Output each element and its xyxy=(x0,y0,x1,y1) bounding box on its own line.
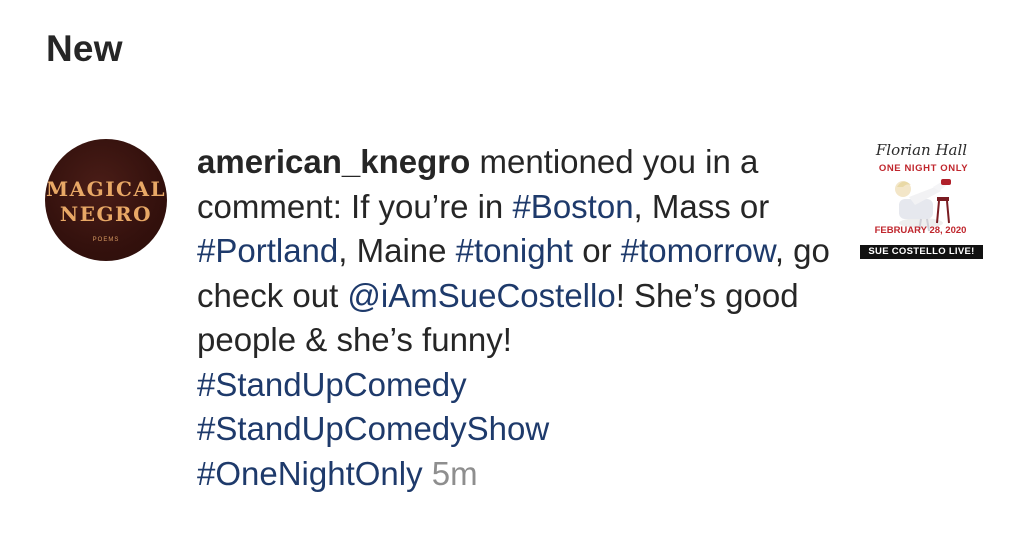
thumbnail-date-text: FEBRUARY 28, 2020 xyxy=(874,225,967,236)
hashtag-tonight[interactable]: #tonight xyxy=(456,232,573,269)
hashtag-onenightonly[interactable]: #OneNightOnly xyxy=(197,455,423,492)
avatar-text-line1: MAGICAL xyxy=(45,177,167,201)
hashtag-standupcomedy[interactable]: #StandUpComedy xyxy=(197,366,467,403)
hashtag-tomorrow[interactable]: #tomorrow xyxy=(621,232,775,269)
thumbnail-banner-text: SUE COSTELLO LIVE! xyxy=(860,245,983,259)
thumbnail-venue-text: Florian Hall xyxy=(875,141,968,159)
comment-text-3: , Maine xyxy=(338,232,456,269)
avatar-subtext: POEMS xyxy=(92,237,120,243)
comment-text-4: or xyxy=(573,232,621,269)
hashtag-portland[interactable]: #Portland xyxy=(197,232,338,269)
username-link[interactable]: american_knegro xyxy=(197,143,470,180)
hashtag-boston[interactable]: #Boston xyxy=(512,188,633,225)
avatar-text-line2: NEGRO xyxy=(59,202,153,226)
user-avatar[interactable]: MAGICAL NEGRO POEMS xyxy=(45,139,167,261)
comment-text-2: , Mass or xyxy=(633,187,770,225)
post-thumbnail[interactable]: Florian Hall ONE NIGHT ONLY FEBRUARY 28,… xyxy=(859,141,984,264)
hashtag-standupcomedyshow[interactable]: #StandUpComedyShow xyxy=(197,410,549,447)
notifications-page: New MAGICAL NEGRO POEMS american_knegro … xyxy=(0,0,1024,550)
thumbnail-one-night-text: ONE NIGHT ONLY xyxy=(878,163,969,174)
section-header-new: New xyxy=(46,28,123,69)
notification-text[interactable]: american_knegro mentioned you in a comme… xyxy=(197,140,837,496)
notification-timestamp: 5m xyxy=(431,454,478,492)
mention-link[interactable]: @iAmSueCostello xyxy=(347,277,615,314)
